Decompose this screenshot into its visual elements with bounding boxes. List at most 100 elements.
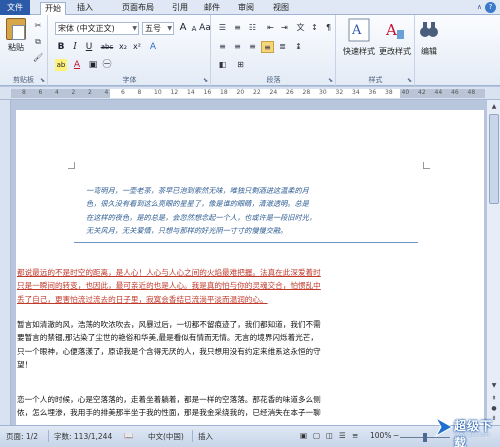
tab-page-layout[interactable]: 页面布局 [118, 2, 158, 15]
ruler-number: 4 [55, 89, 59, 96]
ruler-number: 10 [154, 89, 162, 96]
font-group: 宋体 (中文正文) ▼ 五号 ▼ A A Aa B I U abc x₂ x² … [49, 15, 211, 86]
align-left-icon[interactable]: ≡ [216, 41, 229, 53]
ribbon: 粘贴 ✂ ⧉ 🖌 剪贴板 ⬊ 宋体 (中文正文) ▼ 五号 ▼ A A Aa B… [0, 15, 500, 86]
justify-icon[interactable]: ≡ [261, 41, 274, 53]
print-layout-icon[interactable]: ▣ [300, 431, 307, 440]
horizontal-ruler[interactable]: 8 6 4 2 2 4 6 8 10 12 14 16 18 20 22 24 26 28 30 32 34 36 38 40… [0, 87, 500, 100]
cut-icon[interactable]: ✂ [33, 21, 43, 31]
tab-review[interactable]: 审阅 [234, 2, 258, 15]
tab-mailings[interactable]: 邮件 [200, 2, 224, 15]
tab-view[interactable]: 视图 [268, 2, 294, 15]
editing-label: 编辑 [421, 47, 437, 56]
copy-icon[interactable]: ⧉ [33, 37, 43, 47]
quote-line: 无关风月，无关爱情，只想与那样的好光阴一寸寸的慢慢交融。 [86, 225, 288, 235]
scroll-thumb[interactable] [489, 114, 499, 204]
clipboard-launcher-icon[interactable]: ⬊ [40, 77, 45, 84]
subscript-button[interactable]: x₂ [117, 41, 129, 53]
italic-button[interactable]: I [69, 41, 81, 53]
font-color-button[interactable]: A [71, 59, 83, 71]
language-indicator[interactable]: 中文(中国) [148, 431, 184, 442]
distributed-icon[interactable]: ≣ [276, 41, 289, 53]
char-shading-icon[interactable]: ▣ [87, 59, 99, 71]
format-painter-icon[interactable]: 🖌 [33, 53, 43, 63]
ruler-number: 2 [88, 89, 92, 96]
chinese-layout-icon[interactable]: 文 [294, 22, 307, 34]
outline-icon[interactable]: ☰ [339, 431, 346, 440]
tab-home[interactable]: 开始 [40, 2, 66, 15]
paragraph-launcher-icon[interactable]: ⬊ [328, 77, 333, 84]
word-count[interactable]: 字数: 113/1,244 [54, 431, 112, 442]
ruler-number: 46 [451, 89, 459, 96]
status-divider [48, 430, 49, 442]
ruler-number: 26 [286, 89, 294, 96]
show-marks-icon[interactable]: ¶ [322, 22, 335, 34]
text-effects-icon[interactable]: A [147, 41, 159, 53]
scroll-up-icon[interactable]: ▲ [488, 101, 500, 112]
increase-indent-icon[interactable]: ⇥ [278, 22, 291, 34]
change-styles-button[interactable]: A 更改样式 [377, 18, 413, 57]
editing-button[interactable]: 编辑 [417, 18, 441, 57]
shading-icon[interactable]: ◧ [216, 59, 229, 71]
align-right-icon[interactable]: ≡ [246, 41, 259, 53]
bullets-icon[interactable]: ☰ [216, 22, 229, 34]
minimize-ribbon-icon[interactable]: ∧ [477, 3, 482, 11]
strikethrough-button[interactable]: abc [99, 41, 115, 53]
styles-group: A 快速样式 A 更改样式 样式 ⬊ [337, 15, 415, 86]
align-center-icon[interactable]: ≡ [231, 41, 244, 53]
full-screen-icon[interactable]: ▢ [313, 431, 320, 440]
body-paragraph-2[interactable]: 恋一个人的时候，心是空落落的，走着坐着躺着，都是一样的空落落。那花香的味道多么侧… [17, 393, 457, 420]
numbering-icon[interactable]: ≡ [231, 22, 244, 34]
styles-launcher-icon[interactable]: ⬊ [407, 77, 412, 84]
change-case-button[interactable]: Aa [199, 22, 211, 34]
site-watermark: 超级下载 www.cjxz.com [434, 410, 498, 447]
enclose-char-icon[interactable]: ㊀ [101, 59, 113, 71]
line-spacing-icon[interactable]: ↨ [292, 41, 305, 53]
styles-group-label: 样式 [368, 76, 383, 84]
zoom-slider-thumb[interactable] [423, 433, 427, 442]
quick-styles-icon: A [348, 18, 370, 42]
ruler-number: 48 [467, 89, 476, 96]
help-icon[interactable]: ? [485, 2, 496, 13]
tab-references[interactable]: 引用 [168, 2, 192, 15]
vertical-ruler[interactable] [0, 100, 11, 425]
sort-icon[interactable]: ↕ [308, 22, 321, 34]
multilevel-list-icon[interactable]: ☷ [246, 22, 259, 34]
paragraph-line: 都说最远的不是时空的距离，是人心！人心与人心之间的火焰最难把握。法真在此深爱着时 [17, 268, 321, 277]
underline-button[interactable]: U [83, 41, 95, 53]
svg-text:A: A [351, 23, 362, 38]
red-underlined-paragraph[interactable]: 都说最远的不是时空的距离，是人心！人心与人心之间的火焰最难把握。法真在此深爱着时… [17, 266, 457, 306]
quote-line: 在这样的夜色，是的总是，会忽然想念起一个人，也或许是一段旧时光， [86, 212, 317, 222]
scroll-down-icon[interactable]: ▼ [488, 380, 500, 391]
tab-file[interactable]: 文件 [0, 0, 30, 15]
zoom-level[interactable]: 100% [370, 431, 391, 440]
vertical-scrollbar[interactable]: ▲ ▼ ⇞ ● ⇟ [486, 100, 500, 425]
borders-icon[interactable]: ⊞ [234, 59, 247, 71]
draft-icon[interactable]: ≡ [352, 431, 358, 440]
document-page[interactable]: 一弯明月，一壶老茶，茶早已泡到索然无味，唯独只剩酒进这温柔的月 色，很久没有看到… [16, 110, 484, 426]
quick-styles-button[interactable]: A 快速样式 [341, 18, 377, 57]
tab-insert[interactable]: 插入 [72, 2, 98, 15]
paragraph-group-label: 段落 [266, 76, 281, 84]
paste-button[interactable]: 粘贴 [4, 18, 28, 58]
insert-mode[interactable]: 插入 [198, 431, 213, 442]
font-launcher-icon[interactable]: ⬊ [203, 77, 208, 84]
body-paragraph-1[interactable]: 暂言如清澈的风，浩荡的吹浓吹去，风暴过后，一切都不留痕迹了，我们都知道，我们不需… [17, 318, 457, 371]
proofing-icon[interactable]: 📖 [124, 431, 133, 440]
font-size-select[interactable]: 五号 ▼ [142, 22, 174, 35]
ruler-number: 8 [137, 89, 142, 96]
quote-block[interactable]: 一弯明月，一壶老茶，茶早已泡到索然无味，唯独只剩酒进这温柔的月 色，很久没有看到… [86, 184, 406, 237]
page-count[interactable]: 页面: 1/2 [6, 431, 38, 442]
bold-button[interactable]: B [55, 41, 67, 53]
decrease-indent-icon[interactable]: ⇤ [264, 22, 277, 34]
highlight-button[interactable]: ab [55, 59, 67, 71]
web-layout-icon[interactable]: ◫ [326, 431, 333, 440]
ruler-number: 20 [236, 89, 245, 96]
quote-line: 色，很久没有看到这么亮眼的星星了，像是谁的眼睛，清澈透明。总是 [86, 199, 309, 209]
font-family-select[interactable]: 宋体 (中文正文) ▼ [55, 22, 139, 35]
ruler-number: 40 [401, 89, 410, 96]
superscript-button[interactable]: x² [131, 41, 143, 53]
chevron-down-icon: ▼ [167, 25, 172, 32]
zoom-out-icon[interactable]: − [393, 431, 399, 440]
ruler-number: 38 [385, 89, 393, 96]
